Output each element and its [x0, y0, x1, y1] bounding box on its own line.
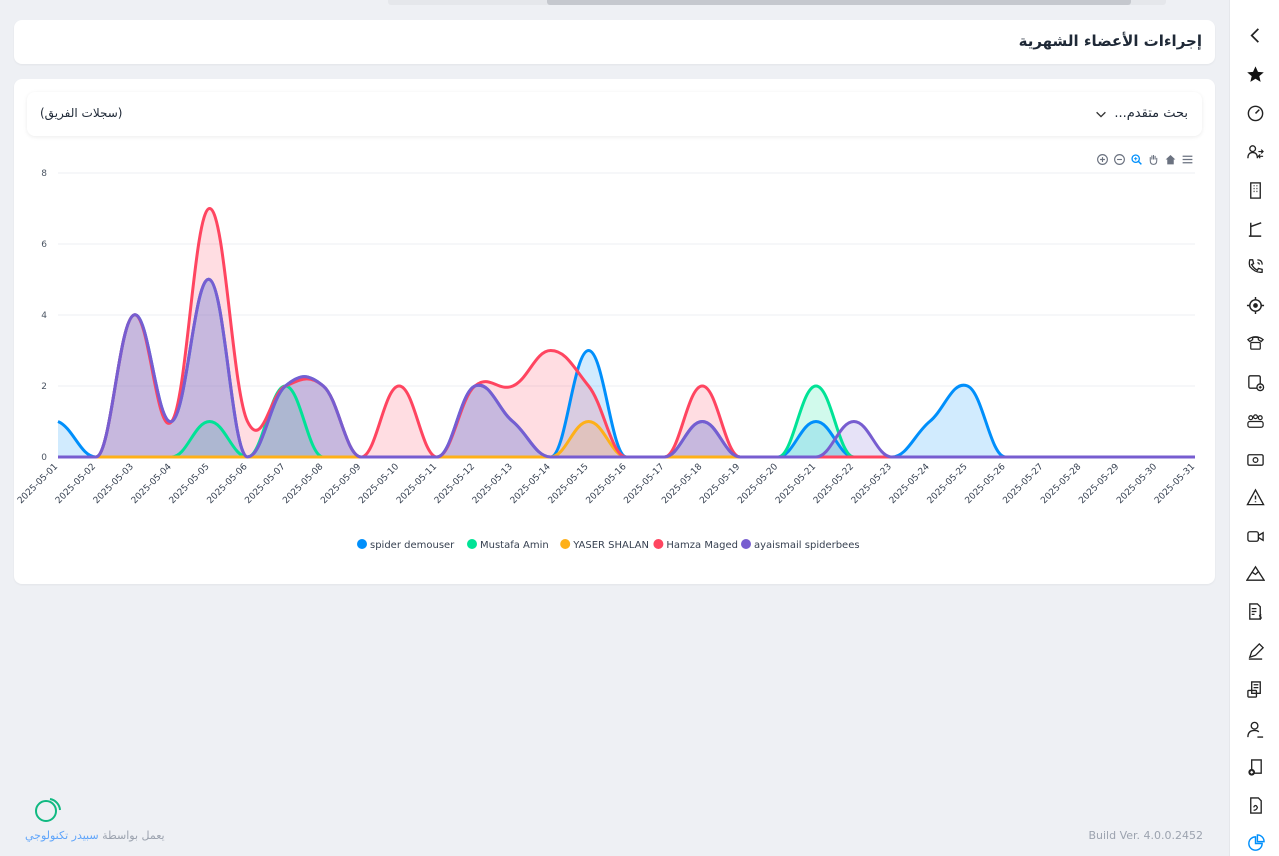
sidebar-item-users[interactable] — [1244, 141, 1266, 163]
money-icon — [1246, 453, 1264, 466]
sidebar-item-calls[interactable] — [1244, 255, 1266, 277]
barrier-icon — [1248, 221, 1261, 237]
y-tick-label: 6 — [41, 240, 47, 250]
speedometer-icon — [1247, 105, 1263, 121]
sidebar-item-team[interactable] — [1244, 410, 1266, 432]
legend-label: Hamza Maged — [666, 540, 738, 551]
y-tick-label: 2 — [41, 382, 47, 392]
pie-chart-icon — [1247, 833, 1265, 851]
star-icon — [1246, 65, 1264, 82]
chart-card: بحث متقدم... (سجلات الفريق) 0 2 4 6 8 2025-05… — [14, 79, 1215, 584]
team-log-label: (سجلات الفريق) — [40, 106, 123, 120]
target-icon — [1246, 296, 1264, 314]
y-tick-label: 8 — [41, 169, 47, 179]
sidebar-item-profile[interactable] — [1244, 718, 1266, 740]
team-icon — [1246, 413, 1264, 428]
page-header-card: إجراءات الأعضاء الشهرية — [14, 20, 1215, 64]
filter-bar: بحث متقدم... (سجلات الفريق) — [27, 92, 1202, 136]
area-chart: 024682025-05-012025-05-022025-05-032025-… — [16, 169, 1197, 551]
sidebar-item-documents[interactable] — [1244, 678, 1266, 700]
legend-marker — [357, 539, 367, 549]
sidebar-item-reports[interactable] — [1244, 832, 1266, 854]
sidebar-item-projects[interactable] — [1244, 562, 1266, 584]
sidebar-item-favorites[interactable] — [1244, 63, 1266, 85]
users-transfer-icon — [1246, 144, 1264, 159]
brand-link[interactable]: سبيدر تكنولوجي — [25, 829, 99, 842]
chevron-left-icon — [1249, 27, 1259, 43]
sidebar-item-companies[interactable] — [1244, 179, 1266, 201]
document-add-icon — [1247, 758, 1262, 776]
page-title: إجراءات الأعضاء الشهرية — [1018, 32, 1202, 50]
loading-spinner-icon — [35, 798, 61, 822]
legend-marker — [467, 539, 477, 549]
scrollbar-thumb[interactable] — [547, 0, 1131, 5]
document-hand-icon — [1249, 796, 1262, 814]
sidebar-item-signatures[interactable] — [1244, 640, 1266, 662]
calendar-add-icon — [1247, 374, 1264, 391]
powered-by-prefix: يعمل بواسطة — [102, 829, 165, 842]
svg-text:$: $ — [1258, 613, 1262, 621]
build-version: Build Ver. 4.0.0.2452 — [1088, 829, 1203, 842]
sidebar-item-schedule[interactable] — [1244, 371, 1266, 393]
phone-call-icon — [1248, 258, 1263, 273]
chevron-down-icon — [1096, 111, 1107, 118]
sidebar-item-requests[interactable] — [1244, 756, 1266, 778]
document-list-icon — [1246, 680, 1261, 698]
legend-marker — [653, 539, 664, 549]
building-icon — [1249, 181, 1261, 199]
legend-label: spider demouser — [370, 540, 455, 551]
video-camera-icon — [1246, 530, 1264, 542]
telephone-icon — [1246, 335, 1264, 350]
pen-icon — [1248, 642, 1264, 660]
sidebar-item-alerts[interactable] — [1244, 486, 1266, 508]
sidebar-item-telephone[interactable] — [1244, 331, 1266, 353]
legend-marker — [560, 539, 571, 549]
advanced-search-toggle[interactable]: بحث متقدم... — [1094, 106, 1188, 121]
sidebar-item-video[interactable] — [1244, 525, 1266, 547]
legend-label: YASER SHALAN — [572, 540, 649, 551]
x-tick-label: 2025-05-31 — [1153, 462, 1197, 506]
sidebar: $ — [1229, 0, 1279, 856]
invoice-dollar-icon: $ — [1248, 602, 1262, 621]
sidebar-item-dashboard[interactable] — [1244, 101, 1266, 123]
sidebar-item-target[interactable] — [1244, 294, 1266, 316]
legend-marker — [741, 539, 751, 549]
advanced-search-label: بحث متقدم... — [1114, 106, 1188, 121]
mountain-icon — [1245, 565, 1265, 581]
warning-icon — [1245, 488, 1265, 505]
sidebar-item-invoices[interactable]: $ — [1244, 600, 1266, 622]
legend-label: ayaismail spiderbees — [754, 540, 860, 551]
legend-label: Mustafa Amin — [480, 540, 549, 551]
sidebar-item-finance[interactable] — [1244, 448, 1266, 470]
y-tick-label: 0 — [41, 453, 47, 463]
user-edit-icon — [1246, 721, 1263, 738]
sidebar-collapse[interactable] — [1244, 24, 1266, 46]
horizontal-scrollbar[interactable] — [388, 0, 1166, 5]
sidebar-item-contracts[interactable] — [1244, 794, 1266, 816]
powered-by: يعمل بواسطة سبيدر تكنولوجي — [25, 829, 165, 842]
y-tick-label: 4 — [41, 311, 47, 321]
sidebar-item-access[interactable] — [1244, 217, 1266, 239]
